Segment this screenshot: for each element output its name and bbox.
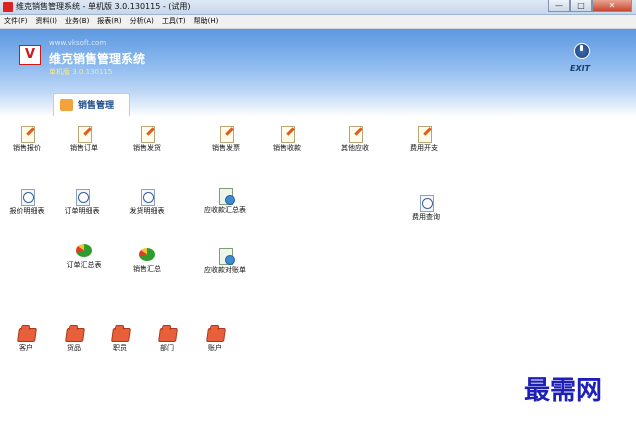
module-sales-quote[interactable]: 销售报价 xyxy=(0,125,58,152)
document-pen-icon xyxy=(218,125,235,143)
tab-label: 销售管理 xyxy=(78,101,115,111)
module-receivable-statement[interactable]: 应收款对账单 xyxy=(194,247,256,274)
app-icon xyxy=(3,2,13,12)
module-label: 销售收款 xyxy=(273,144,301,152)
module-label: 报价明细表 xyxy=(9,207,45,215)
window-controls: — □ ✕ xyxy=(548,0,632,12)
module-receivable-summary[interactable]: 应收款汇总表 xyxy=(194,187,256,214)
menu-bar: 文件(F) 资料(I) 业务(B) 报表(R) 分析(A) 工具(T) 帮助(H… xyxy=(0,15,636,29)
module-account[interactable]: 账户 xyxy=(184,326,246,352)
module-label: 应收款汇总表 xyxy=(204,206,246,214)
module-sales-summary[interactable]: 销售汇总 xyxy=(116,247,178,273)
window-title: 维克销售管理系统 - 单机版 3.0.130115 - (试用) xyxy=(16,2,191,11)
receivable-report-icon xyxy=(217,247,235,265)
app-name: 维克销售管理系统 xyxy=(49,52,146,66)
folder-icon xyxy=(64,326,85,342)
module-label: 销售报价 xyxy=(13,144,41,152)
pie-chart-icon xyxy=(138,247,156,263)
sales-management-icon xyxy=(60,99,73,111)
report-clock-icon xyxy=(19,188,36,206)
menu-tools[interactable]: 工具(T) xyxy=(158,15,190,28)
module-label: 费用开支 xyxy=(410,144,438,152)
module-label: 其他应收 xyxy=(341,144,369,152)
exit-icon[interactable] xyxy=(574,43,590,59)
folder-icon xyxy=(205,326,226,342)
menu-help[interactable]: 帮助(H) xyxy=(190,15,223,28)
menu-business[interactable]: 业务(B) xyxy=(61,15,93,28)
module-label: 费用查询 xyxy=(412,213,440,221)
module-sales-receipt[interactable]: 销售收款 xyxy=(256,125,318,152)
document-pen-icon xyxy=(139,125,156,143)
receivable-report-icon xyxy=(217,187,235,205)
folder-icon xyxy=(16,326,37,342)
menu-analysis[interactable]: 分析(A) xyxy=(126,15,158,28)
header-banner: V www.vksoft.com 维克销售管理系统 单机版 3.0.130115… xyxy=(0,29,636,91)
module-expense-query[interactable]: 费用查询 xyxy=(395,194,457,221)
module-label: 账户 xyxy=(208,344,222,352)
logo-url: www.vksoft.com xyxy=(49,39,107,47)
module-delivery-detail[interactable]: 发货明细表 xyxy=(116,188,178,215)
tab-sales-management[interactable]: 销售管理 xyxy=(53,93,130,116)
module-label: 发货明细表 xyxy=(129,207,165,215)
app-version: 单机版 3.0.130115 xyxy=(49,68,113,76)
module-label: 应收款对账单 xyxy=(204,266,246,274)
title-bar: 维克销售管理系统 - 单机版 3.0.130115 - (试用) — □ ✕ xyxy=(0,0,636,15)
module-order-detail[interactable]: 订单明细表 xyxy=(51,188,113,215)
watermark: 最需网 xyxy=(524,376,603,406)
module-other-receivable[interactable]: 其他应收 xyxy=(324,125,386,152)
close-button[interactable]: ✕ xyxy=(592,0,632,12)
tab-strip: 销售管理 xyxy=(0,91,636,117)
document-pen-icon xyxy=(416,125,433,143)
module-label: 销售汇总 xyxy=(133,265,161,273)
document-pen-icon xyxy=(19,125,36,143)
menu-reports[interactable]: 报表(R) xyxy=(93,15,125,28)
module-label: 销售发货 xyxy=(133,144,161,152)
module-label: 销售订单 xyxy=(70,144,98,152)
folder-icon xyxy=(110,326,131,342)
folder-icon xyxy=(157,326,178,342)
report-clock-icon xyxy=(418,194,435,212)
document-pen-icon xyxy=(76,125,93,143)
document-pen-icon xyxy=(279,125,296,143)
logo-icon: V xyxy=(19,45,41,65)
module-order-summary[interactable]: 订单汇总表 xyxy=(53,243,115,269)
module-sales-invoice[interactable]: 销售发票 xyxy=(195,125,257,152)
pie-chart-icon xyxy=(75,243,93,259)
exit-button[interactable]: EXIT xyxy=(570,64,590,73)
module-label: 订单汇总表 xyxy=(66,261,102,269)
document-pen-icon xyxy=(347,125,364,143)
module-expense[interactable]: 费用开支 xyxy=(393,125,455,152)
module-sales-order[interactable]: 销售订单 xyxy=(53,125,115,152)
report-clock-icon xyxy=(139,188,156,206)
module-label: 订单明细表 xyxy=(64,207,100,215)
module-quote-detail[interactable]: 报价明细表 xyxy=(0,188,58,215)
report-clock-icon xyxy=(74,188,91,206)
menu-data[interactable]: 资料(I) xyxy=(32,15,62,28)
module-label: 销售发票 xyxy=(212,144,240,152)
minimize-button[interactable]: — xyxy=(548,0,570,12)
module-sales-delivery[interactable]: 销售发货 xyxy=(116,125,178,152)
menu-file[interactable]: 文件(F) xyxy=(0,15,32,28)
maximize-button[interactable]: □ xyxy=(570,0,592,12)
